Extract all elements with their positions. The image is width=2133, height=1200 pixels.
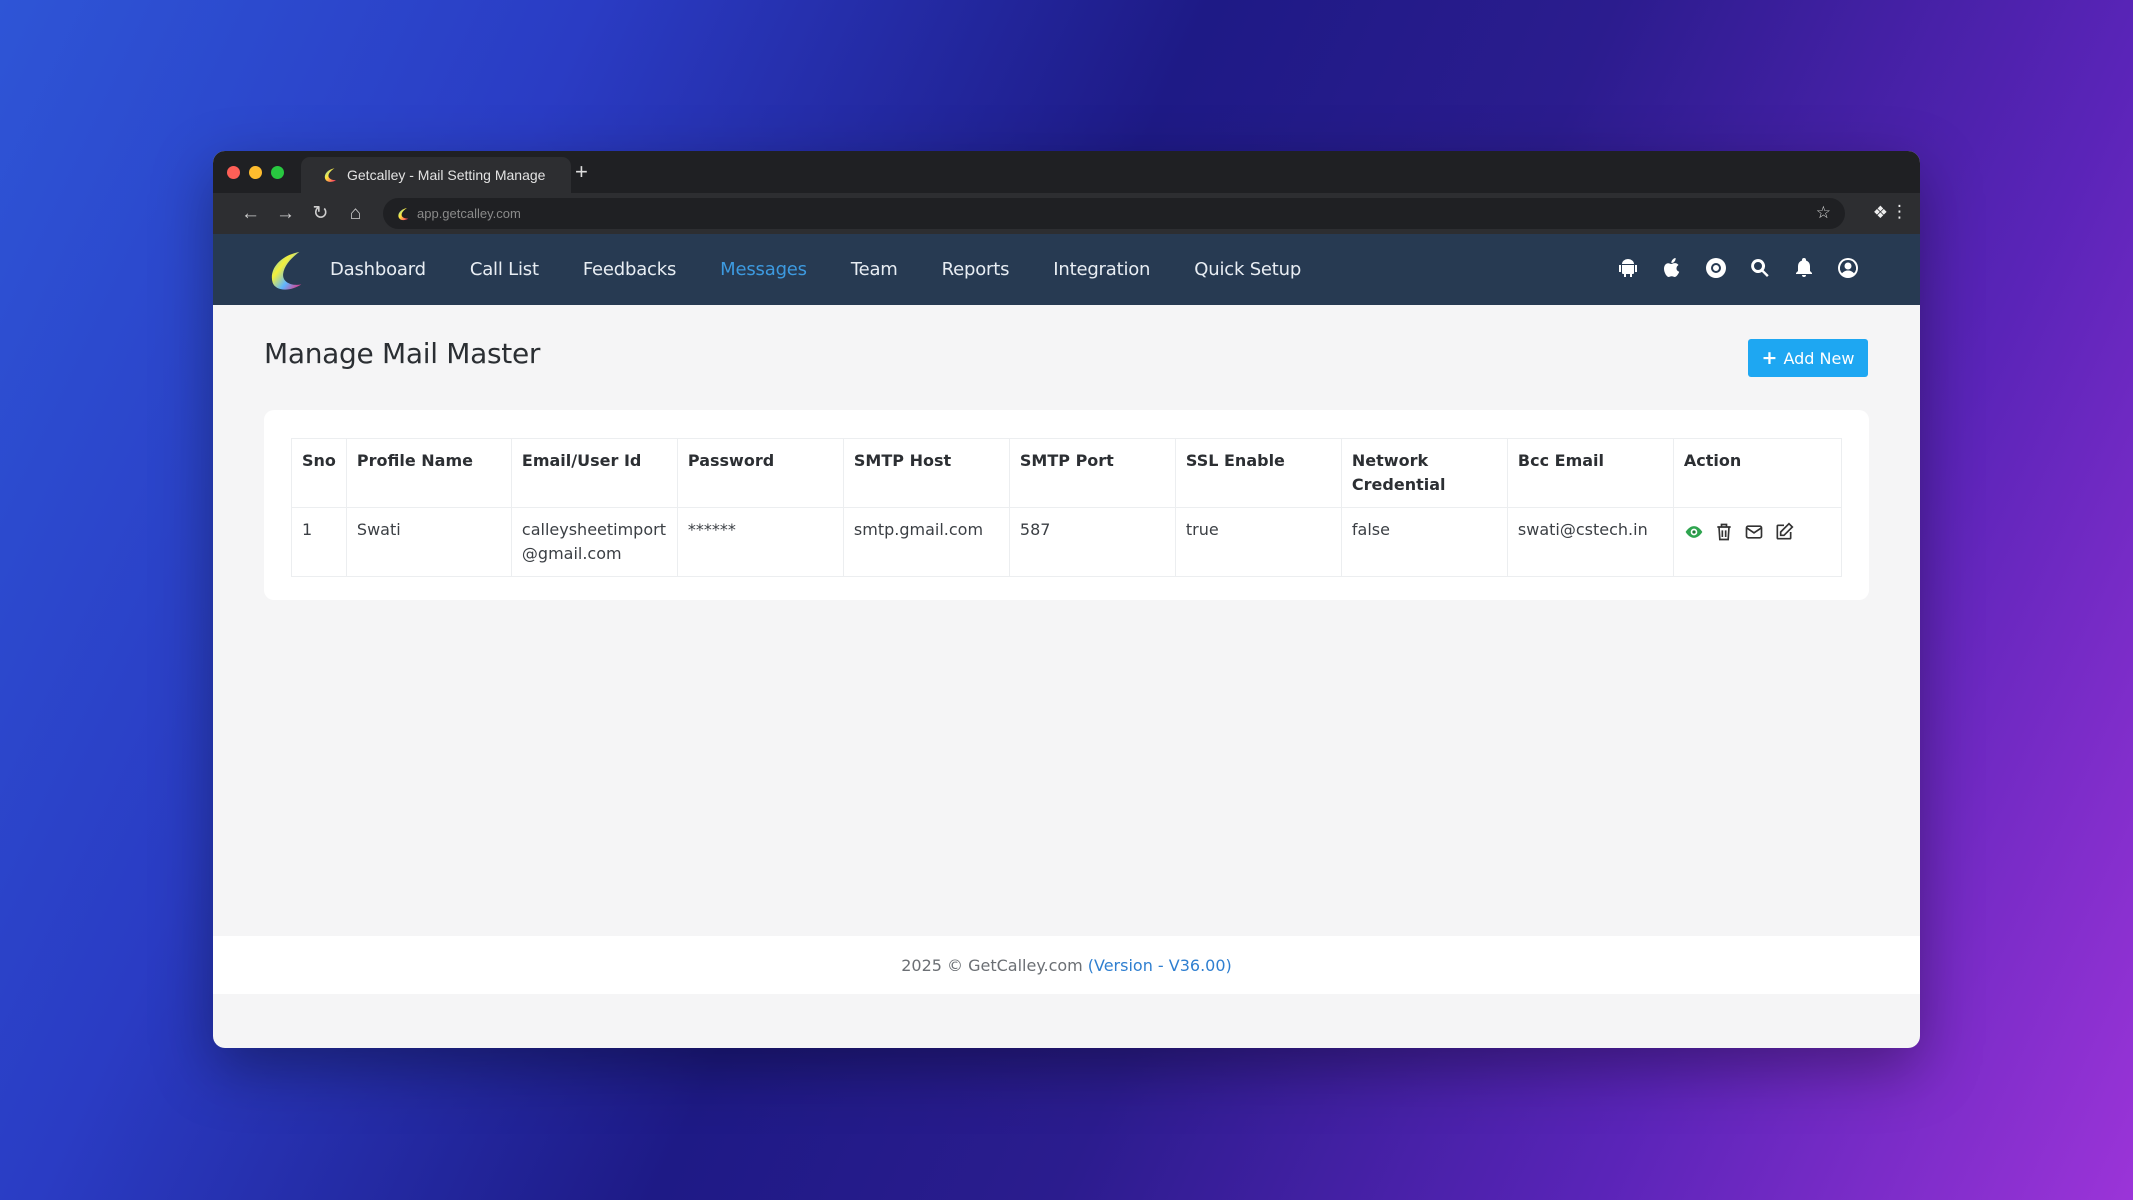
table-header-row: Sno Profile Name Email/User Id Password … (291, 438, 1843, 508)
nav-feedbacks[interactable]: Feedbacks (583, 259, 677, 280)
main-content: Manage Mail Master + Add New Sno Profile… (213, 305, 1920, 994)
nav-integration[interactable]: Integration (1053, 259, 1150, 280)
page-title: Manage Mail Master (264, 337, 541, 370)
plus-icon: + (1761, 347, 1778, 369)
nav-quick-setup[interactable]: Quick Setup (1194, 259, 1301, 280)
url-input[interactable]: app.getcalley.com ☆ (383, 198, 1845, 229)
calley-favicon-icon (324, 168, 336, 182)
main-menu: Dashboard Call List Feedbacks Messages T… (330, 234, 1345, 305)
browser-menu-icon[interactable]: ⋮ (1891, 202, 1908, 222)
search-icon[interactable] (1748, 256, 1772, 280)
col-ssl-enable: SSL Enable (1174, 438, 1342, 508)
nav-team[interactable]: Team (851, 259, 898, 280)
footer-copyright: 2025 © GetCalley.com (901, 955, 1083, 975)
cell-smtp-port: 587 (1008, 507, 1176, 577)
mail-master-table: Sno Profile Name Email/User Id Password … (291, 438, 1843, 577)
footer: 2025 © GetCalley.com (Version - V36.00) (213, 936, 1920, 994)
browser-window: Getcalley - Mail Setting Manage + ← → ↻ … (213, 151, 1920, 1048)
browser-tab[interactable]: Getcalley - Mail Setting Manage (301, 157, 571, 193)
cell-smtp-host: smtp.gmail.com (842, 507, 1010, 577)
cell-bcc-email: swati@cstech.in (1506, 507, 1674, 577)
reload-icon[interactable]: ↻ (303, 202, 338, 225)
browser-tab-bar: Getcalley - Mail Setting Manage + (213, 151, 1920, 193)
cell-actions (1672, 507, 1843, 577)
footer-version-link[interactable]: (Version - V36.00) (1088, 956, 1232, 975)
nav-reports[interactable]: Reports (942, 259, 1010, 280)
view-eye-icon[interactable] (1684, 522, 1704, 542)
new-tab-button[interactable]: + (575, 159, 588, 185)
site-favicon-icon (398, 207, 409, 220)
col-email: Email/User Id (510, 438, 678, 508)
add-new-label: Add New (1783, 348, 1855, 368)
cell-email: calleysheetimport@gmail.com (510, 507, 678, 577)
col-network-credential: Network Credential (1340, 438, 1508, 508)
cell-profile-name: Swati (345, 507, 512, 577)
close-window-button[interactable] (227, 166, 240, 179)
apple-icon[interactable] (1660, 256, 1684, 280)
col-sno: Sno (291, 438, 347, 508)
maximize-window-button[interactable] (271, 166, 284, 179)
mail-envelope-icon[interactable] (1744, 522, 1764, 542)
support-lifebuoy-icon[interactable] (1704, 256, 1728, 280)
window-controls (227, 166, 284, 179)
url-text: app.getcalley.com (417, 206, 521, 221)
nav-messages[interactable]: Messages (720, 259, 807, 280)
add-new-button[interactable]: + Add New (1748, 339, 1868, 377)
calley-logo[interactable] (263, 248, 309, 294)
col-smtp-port: SMTP Port (1008, 438, 1176, 508)
bell-icon[interactable] (1792, 256, 1816, 280)
cell-network-credential: false (1340, 507, 1508, 577)
table-row: 1 Swati calleysheetimport@gmail.com ****… (291, 507, 1843, 577)
mail-master-card: Sno Profile Name Email/User Id Password … (264, 410, 1869, 600)
nav-icon-group (1616, 256, 1860, 280)
col-profile-name: Profile Name (345, 438, 512, 508)
col-action: Action (1672, 438, 1843, 508)
tab-title: Getcalley - Mail Setting Manage (347, 167, 546, 183)
user-account-icon[interactable] (1836, 256, 1860, 280)
address-bar-row: ← → ↻ ⌂ app.getcalley.com ☆ ❖ ⋮ (213, 193, 1920, 234)
nav-call-list[interactable]: Call List (470, 259, 539, 280)
col-password: Password (676, 438, 844, 508)
forward-arrow-icon[interactable]: → (268, 203, 303, 225)
android-icon[interactable] (1616, 256, 1640, 280)
col-smtp-host: SMTP Host (842, 438, 1010, 508)
home-icon[interactable]: ⌂ (338, 203, 373, 225)
app-navbar: Dashboard Call List Feedbacks Messages T… (213, 234, 1920, 305)
col-bcc-email: Bcc Email (1506, 438, 1674, 508)
nav-dashboard[interactable]: Dashboard (330, 259, 426, 280)
delete-trash-icon[interactable] (1714, 522, 1734, 542)
bookmark-star-icon[interactable]: ☆ (1816, 203, 1831, 223)
extensions-puzzle-icon[interactable]: ❖ (1873, 203, 1888, 223)
cell-sno: 1 (291, 507, 347, 577)
edit-pencil-icon[interactable] (1774, 522, 1794, 542)
cell-password: ****** (676, 507, 844, 577)
cell-ssl-enable: true (1174, 507, 1342, 577)
minimize-window-button[interactable] (249, 166, 262, 179)
back-arrow-icon[interactable]: ← (233, 203, 268, 225)
